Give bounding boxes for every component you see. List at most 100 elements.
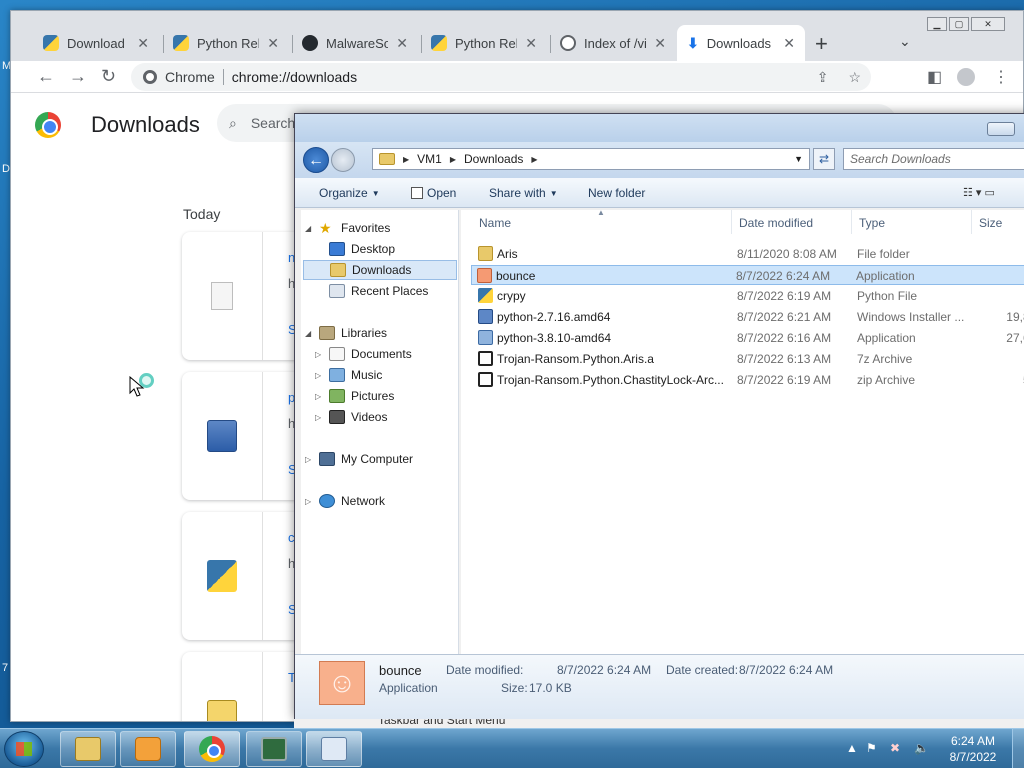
share-icon[interactable]: ⇪ bbox=[817, 69, 829, 86]
nav-videos[interactable]: ▷ Videos bbox=[315, 407, 393, 427]
back-arrow-icon[interactable]: ← bbox=[37, 66, 55, 87]
network-disconnected-icon[interactable]: ✖ bbox=[890, 741, 900, 755]
tab-python-release-2[interactable]: Python Rele ✕ bbox=[421, 25, 547, 61]
expand-arrow-icon[interactable]: ▷ bbox=[305, 497, 313, 506]
file-row[interactable]: Aris 8/11/2020 8:08 AM File folder bbox=[473, 244, 1024, 264]
forward-arrow-icon[interactable] bbox=[331, 148, 355, 172]
tab-label: Index of /vi bbox=[584, 35, 647, 51]
column-divider[interactable] bbox=[731, 210, 732, 234]
show-desktop-button[interactable] bbox=[1012, 729, 1024, 768]
file-size: 17 bbox=[976, 269, 1024, 283]
close-button[interactable]: ✕ bbox=[971, 17, 1005, 31]
side-panel-icon[interactable]: ◧ bbox=[927, 67, 942, 87]
search-input[interactable]: Search Downloads bbox=[843, 148, 1024, 170]
background-window-title: Taskbar and Start Menu bbox=[378, 719, 506, 727]
open-button[interactable]: Open bbox=[411, 186, 456, 200]
tab-close-icon[interactable]: ✕ bbox=[525, 35, 537, 52]
tab-close-icon[interactable]: ✕ bbox=[267, 35, 279, 52]
taskbar-monitor[interactable] bbox=[246, 731, 302, 767]
nav-my-computer[interactable]: ▷ My Computer bbox=[305, 449, 419, 469]
chevron-down-icon[interactable]: ▼ bbox=[794, 154, 803, 164]
expand-arrow-icon[interactable]: ▷ bbox=[315, 371, 323, 380]
organize-button[interactable]: Organize ▼ bbox=[319, 186, 380, 200]
taskbar-media-player[interactable] bbox=[120, 731, 176, 767]
file-row[interactable]: Trojan-Ransom.Python.ChastityLock-Arc...… bbox=[473, 370, 1024, 390]
address-breadcrumb[interactable]: ▶ VM1 ▶ Downloads ▶ ▼ bbox=[372, 148, 810, 170]
new-folder-button[interactable]: New folder bbox=[588, 186, 645, 200]
back-arrow-icon[interactable]: ← bbox=[303, 147, 329, 173]
forward-arrow-icon[interactable]: → bbox=[69, 66, 87, 87]
maximize-button[interactable]: ▢ bbox=[949, 17, 969, 31]
column-header-name[interactable]: Name bbox=[479, 216, 511, 230]
menu-kebab-icon[interactable]: ⋮ bbox=[993, 67, 1009, 87]
tab-downloads[interactable]: ⬇ Downloads ✕ bbox=[677, 25, 805, 61]
action-center-flag-icon[interactable]: ⚑ bbox=[866, 741, 877, 755]
tab-close-icon[interactable]: ✕ bbox=[654, 35, 666, 52]
expand-arrow-icon[interactable]: ▷ bbox=[305, 455, 313, 464]
column-divider[interactable] bbox=[971, 210, 972, 234]
expand-arrow-icon[interactable]: ◢ bbox=[305, 224, 313, 233]
minimize-button[interactable]: ▁ bbox=[927, 17, 947, 31]
file-type: Application bbox=[856, 269, 915, 283]
column-header-type[interactable]: Type bbox=[859, 216, 885, 230]
details-size-label: Size: bbox=[501, 681, 528, 695]
expand-arrow-icon[interactable]: ◢ bbox=[305, 329, 313, 338]
bookmark-star-icon[interactable]: ☆ bbox=[848, 69, 861, 86]
tab-download-python[interactable]: Download P ✕ bbox=[33, 25, 159, 61]
expand-arrow-icon[interactable]: ▷ bbox=[315, 413, 323, 422]
column-divider[interactable] bbox=[851, 210, 852, 234]
column-header-size[interactable]: Size bbox=[979, 216, 1002, 230]
expand-arrow-icon[interactable]: ▷ bbox=[315, 392, 323, 401]
nav-pictures[interactable]: ▷ Pictures bbox=[315, 386, 400, 406]
tab-close-icon[interactable]: ✕ bbox=[396, 35, 408, 52]
system-clock[interactable]: 6:24 AM 8/7/2022 bbox=[938, 733, 1008, 765]
file-row[interactable]: python-3.8.10-amd64 8/7/2022 6:16 AM App… bbox=[473, 328, 1024, 348]
nav-desktop[interactable]: Desktop bbox=[315, 239, 401, 259]
column-header-date-modified[interactable]: Date modified bbox=[739, 216, 813, 230]
start-button[interactable] bbox=[4, 731, 44, 767]
taskbar-control-panel[interactable] bbox=[306, 731, 362, 767]
tab-search-chevron-icon[interactable]: ⌄ bbox=[899, 33, 911, 50]
refresh-icon[interactable]: ⇄ bbox=[813, 148, 835, 170]
breadcrumb-arrow-icon[interactable]: ▶ bbox=[450, 155, 456, 164]
nav-favorites[interactable]: ◢ ★ Favorites bbox=[305, 218, 396, 238]
breadcrumb-arrow-icon[interactable]: ▶ bbox=[531, 155, 537, 164]
file-row[interactable]: Trojan-Ransom.Python.Aris.a 8/7/2022 6:1… bbox=[473, 349, 1024, 369]
file-size: 585 bbox=[977, 373, 1024, 387]
nav-libraries[interactable]: ◢ Libraries bbox=[305, 323, 393, 343]
breadcrumb-downloads[interactable]: Downloads bbox=[464, 152, 523, 166]
nav-network[interactable]: ▷ Network bbox=[305, 491, 391, 511]
nav-label: My Computer bbox=[341, 452, 414, 466]
file-row[interactable]: crypy 8/7/2022 6:19 AM Python File 1 bbox=[473, 286, 1024, 306]
tab-close-icon[interactable]: ✕ bbox=[137, 35, 149, 52]
nav-recent-places[interactable]: Recent Places bbox=[315, 281, 434, 301]
tab-index-of[interactable]: Index of /vi ✕ bbox=[550, 25, 676, 61]
change-view-icon[interactable]: ☷ ▾ ▭ bbox=[963, 186, 995, 199]
file-row[interactable]: python-2.7.16.amd64 8/7/2022 6:21 AM Win… bbox=[473, 307, 1024, 327]
minimize-button[interactable] bbox=[987, 122, 1015, 136]
profile-avatar-icon[interactable] bbox=[957, 68, 975, 86]
breadcrumb-arrow-icon[interactable]: ▶ bbox=[403, 155, 409, 164]
file-type: Application bbox=[857, 331, 916, 345]
file-row-selected[interactable]: bounce 8/7/2022 6:24 AM Application 17 bbox=[471, 265, 1024, 285]
computer-icon bbox=[319, 452, 335, 466]
tab-malwaresource[interactable]: MalwareSou ✕ bbox=[292, 25, 418, 61]
address-bar[interactable]: Chrome chrome://downloads ⇪ ☆ bbox=[131, 63, 871, 91]
reload-icon[interactable]: ↻ bbox=[101, 66, 116, 87]
taskbar-chrome[interactable] bbox=[184, 731, 240, 767]
taskbar-explorer[interactable] bbox=[60, 731, 116, 767]
nav-downloads[interactable]: Downloads bbox=[303, 260, 457, 280]
show-hidden-icons-icon[interactable]: ▲ bbox=[846, 741, 858, 755]
volume-icon[interactable]: 🔈 bbox=[914, 741, 929, 755]
tab-python-release-1[interactable]: Python Rele ✕ bbox=[163, 25, 289, 61]
organize-label: Organize bbox=[319, 186, 368, 200]
nav-documents[interactable]: ▷ Documents bbox=[315, 344, 418, 364]
share-with-button[interactable]: Share with ▼ bbox=[489, 186, 558, 200]
breadcrumb-vm1[interactable]: VM1 bbox=[417, 152, 442, 166]
nav-music[interactable]: ▷ Music bbox=[315, 365, 388, 385]
tab-close-icon[interactable]: ✕ bbox=[783, 35, 795, 52]
new-tab-button[interactable]: + bbox=[815, 31, 828, 57]
expand-arrow-icon[interactable]: ▷ bbox=[315, 350, 323, 359]
details-file-kind: Application bbox=[379, 681, 438, 695]
file-name: Aris bbox=[497, 247, 518, 261]
